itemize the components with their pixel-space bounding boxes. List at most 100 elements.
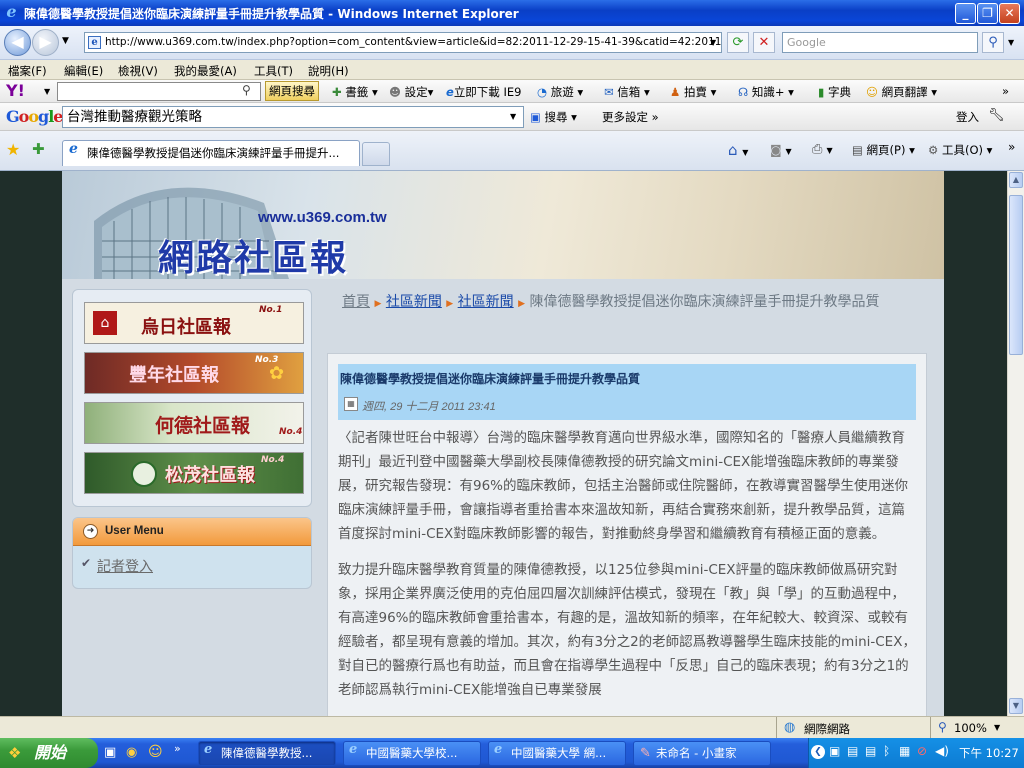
volume-icon[interactable]: ◀) (935, 744, 949, 758)
tray-expand-icon[interactable]: ❮ (811, 745, 825, 759)
taskbar-item-cmu-school[interactable]: e 中國醫藥大學校... (343, 741, 481, 766)
reporter-login-link[interactable]: 記者登入 (97, 556, 153, 576)
google-toolbar: Google 台灣推動醫療觀光策略 ▼ ▣ 搜尋 ▾ 更多設定 » 登入 🔧︎ (0, 103, 1024, 131)
clock[interactable]: 下午 10:27 (959, 745, 1019, 761)
songmao-logo-icon (131, 461, 157, 487)
yahoo-bookmarks[interactable]: ✚ 書籤 ▾ (332, 84, 378, 100)
back-button[interactable]: ◀ (4, 29, 31, 56)
breadcrumb-home[interactable]: 首頁 (342, 294, 370, 310)
history-dropdown-icon[interactable]: ▼ (62, 36, 69, 46)
yahoo-web-search-button[interactable]: 網頁搜尋 (265, 81, 319, 101)
google-search-input[interactable]: 台灣推動醫療觀光策略 (62, 106, 524, 128)
community-paper-songmao[interactable]: 松茂社區報 No.4 (84, 452, 304, 494)
yahoo-auction[interactable]: ♟ 拍賣 ▾ (670, 84, 716, 100)
user-menu-box: ➜ User Menu ✔ 記者登入 (72, 517, 312, 589)
forward-button[interactable]: ▶ (32, 29, 59, 56)
yahoo-toolbar: Y! ▼ ⚲ 網頁搜尋 ✚ 書籤 ▾ ☻ 設定▾ e立即下載 IE9 ◔ 旅遊 … (0, 80, 1024, 103)
zoom-level[interactable]: 100% (954, 721, 987, 735)
yahoo-download-ie9[interactable]: e立即下載 IE9 (446, 84, 521, 100)
maximize-button[interactable]: ❐ (977, 3, 998, 24)
quicklaunch-messenger-icon[interactable]: ☺ (148, 744, 163, 760)
breadcrumb-current: 陳偉德醫學教授提倡迷你臨床演練評量手冊提升教學品質 (529, 294, 880, 310)
checkmark-icon: ✔ (81, 556, 92, 570)
search-input[interactable]: Google (782, 32, 978, 53)
menu-tools[interactable]: 工具(T) (254, 63, 293, 79)
community-paper-fengnian[interactable]: 豐年社區報 No.3 ✿ (84, 352, 304, 394)
window-titlebar[interactable]: e 陳偉德醫學教授提倡迷你臨床演練評量手冊提升教學品質 - Windows In… (0, 0, 1024, 26)
page-icon: e (88, 36, 101, 49)
google-more-settings[interactable]: 更多設定 » (602, 109, 659, 125)
zoom-dropdown-icon[interactable]: ▼ (994, 723, 1000, 732)
wrench-icon[interactable]: 🔧︎ (988, 108, 1005, 123)
scroll-up-button[interactable]: ▲ (1009, 172, 1023, 188)
article-title[interactable]: 陳偉德醫學教授提倡迷你臨床演練評量手冊提升教學品質 (340, 370, 640, 387)
bluetooth-icon[interactable]: ᛒ (883, 744, 890, 758)
rss-feed-icon[interactable]: ◙ ▼ (770, 143, 792, 157)
url-input[interactable]: e http://www.u369.com.tw/index.php?optio… (84, 32, 722, 53)
breadcrumb-community-news-1[interactable]: 社區新聞 (386, 294, 442, 310)
yahoo-more-icon[interactable]: » (1002, 84, 1009, 98)
article-paragraph: 〈記者陳世旺台中報導〉台灣的臨床醫學教育邁向世界級水準，國際知名的「醫療人員繼續… (338, 430, 909, 542)
internet-zone-icon: ◍ (784, 720, 796, 735)
quicklaunch-app1-icon[interactable]: ▣ (104, 745, 116, 760)
toolbar-more-icon[interactable]: » (1008, 140, 1015, 154)
taskbar-item-paint[interactable]: ✎ 未命名 - 小畫家 (633, 741, 771, 766)
google-logo[interactable]: Google (6, 107, 63, 126)
tray-alert-icon[interactable]: ⊘ (917, 744, 927, 758)
menu-favorites[interactable]: 我的最愛(A) (174, 63, 237, 79)
tab-ie-icon: e (69, 141, 78, 157)
vertical-scrollbar[interactable]: ▲ ▼ (1007, 171, 1024, 716)
yahoo-logo-icon[interactable]: Y! (6, 81, 25, 100)
status-divider (776, 717, 777, 739)
yahoo-translate[interactable]: ☺ 網頁翻譯 ▾ (866, 84, 937, 100)
yahoo-travel[interactable]: ◔ 旅遊 ▾ (537, 84, 583, 100)
tray-monitor-icon[interactable]: ▣ (829, 744, 840, 758)
yahoo-dictionary[interactable]: ▮ 字典 (818, 84, 851, 100)
tray-device-icon[interactable]: ▦ (899, 744, 910, 758)
community-paper-hede[interactable]: 何德社區報 No.4 (84, 402, 304, 444)
tray-network2-icon[interactable]: ▤ (865, 744, 876, 758)
refresh-icon[interactable]: ⟳ (727, 32, 749, 53)
yahoo-dropdown-icon[interactable]: ▼ (44, 87, 50, 96)
tools-menu[interactable]: ⚙ 工具(O) ▾ (928, 142, 992, 158)
menu-help[interactable]: 說明(H) (308, 63, 349, 79)
yahoo-settings[interactable]: ☻ 設定▾ (389, 84, 433, 100)
menu-file[interactable]: 檔案(F) (8, 63, 47, 79)
search-dropdown-icon[interactable]: ▼ (1008, 38, 1014, 47)
search-icon[interactable]: ⚲ (982, 32, 1004, 53)
breadcrumb-arrow-icon: ▶ (374, 299, 382, 309)
taskbar-item-cmu-web[interactable]: e 中國醫藥大學 網... (488, 741, 626, 766)
add-favorite-icon[interactable]: ✚ (32, 140, 45, 158)
scroll-down-button[interactable]: ▼ (1009, 698, 1023, 714)
site-banner[interactable]: www.u369.com.tw 網路社區報 (62, 171, 944, 279)
google-query-dropdown-icon[interactable]: ▼ (510, 112, 516, 121)
close-button[interactable]: ✕ (999, 3, 1020, 24)
google-login[interactable]: 登入 (956, 109, 979, 125)
yahoo-search-input[interactable]: ⚲ (57, 82, 261, 101)
community-paper-wuri[interactable]: ⌂ 烏日社區報 No.1 (84, 302, 304, 344)
tray-network-icon[interactable]: ▤ (847, 744, 858, 758)
minimize-button[interactable]: _ (955, 3, 976, 24)
quicklaunch-more-icon[interactable]: » (174, 742, 181, 755)
browser-viewport: www.u369.com.tw 網路社區報 ⌂ 烏日社區報 No.1 豐年社區報… (0, 171, 1007, 716)
quicklaunch-app2-icon[interactable]: ◉ (126, 745, 137, 760)
url-dropdown-icon[interactable]: ▼ (710, 38, 716, 47)
taskbar-item-article[interactable]: e 陳偉德醫學教授... (198, 741, 336, 766)
menu-bar: 檔案(F) 編輯(E) 檢視(V) 我的最愛(A) 工具(T) 說明(H) (0, 60, 1024, 80)
menu-view[interactable]: 檢視(V) (118, 63, 158, 79)
stop-icon[interactable]: ✕ (753, 32, 775, 53)
yahoo-knowledge[interactable]: ☊ 知識+ ▾ (738, 84, 794, 100)
start-button[interactable]: ❖ 開始 (0, 738, 98, 768)
favorites-star-icon[interactable]: ★ (6, 140, 20, 159)
yahoo-mail[interactable]: ✉ 信箱 ▾ (604, 84, 650, 100)
new-tab-button[interactable] (362, 142, 390, 166)
menu-edit[interactable]: 編輯(E) (64, 63, 103, 79)
scroll-thumb[interactable] (1009, 195, 1023, 355)
tab-active[interactable]: e 陳偉德醫學教授提倡迷你臨床演練評量手冊提升... (62, 140, 360, 166)
google-search-button[interactable]: ▣ 搜尋 ▾ (530, 109, 577, 125)
ie-icon: e (204, 742, 213, 757)
print-icon[interactable]: ⎙ ▼ (812, 142, 833, 157)
breadcrumb-community-news-2[interactable]: 社區新聞 (458, 294, 514, 310)
page-menu[interactable]: ▤ 網頁(P) ▾ (852, 142, 915, 158)
home-icon[interactable]: ⌂ ▼ (728, 141, 748, 159)
